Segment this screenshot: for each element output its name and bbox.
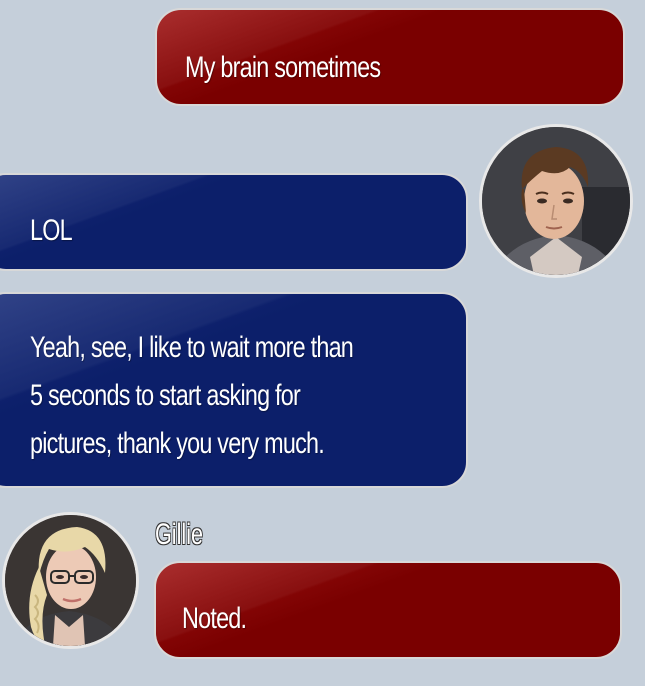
chat-log: My brain sometimes LOL Yeah, see, I like… (0, 0, 645, 686)
message-bubble-npc: LOL (0, 173, 468, 271)
message-text: Noted. (182, 602, 247, 635)
message-line: 5 seconds to start asking for (30, 379, 301, 412)
male-portrait-icon (482, 127, 630, 275)
message-line: Yeah, see, I like to wait more than (30, 331, 354, 364)
female-portrait-icon (5, 515, 136, 646)
message-bubble-player: My brain sometimes (155, 8, 625, 106)
male-character-avatar (479, 124, 633, 278)
message-bubble-speaker: Noted. (154, 561, 622, 659)
female-character-avatar (2, 512, 139, 649)
message-bubble-npc: Yeah, see, I like to wait more than 5 se… (0, 292, 468, 488)
message-text: My brain sometimes (185, 51, 381, 84)
message-line: pictures, thank you very much. (30, 427, 325, 460)
speaker-name: Gillie (155, 518, 204, 551)
message-text: LOL (30, 214, 73, 247)
